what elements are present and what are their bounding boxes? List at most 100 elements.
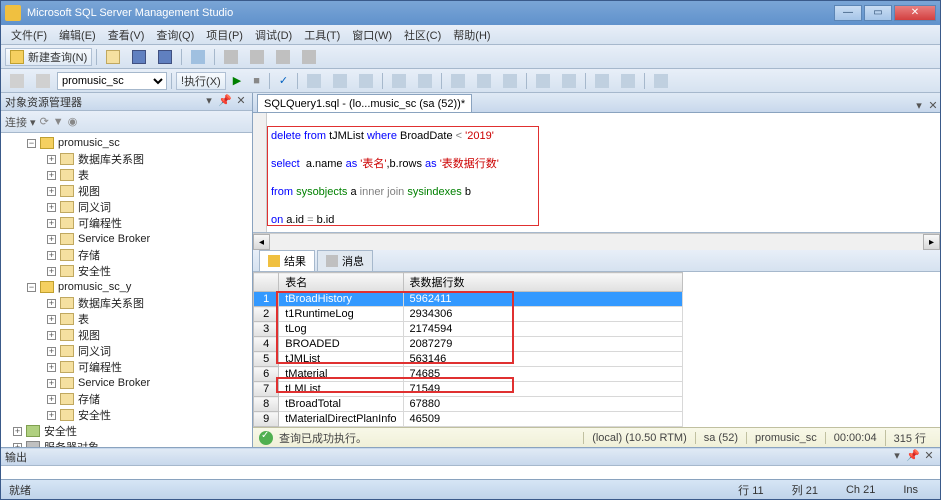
results-tab[interactable]: 结果 — [259, 250, 315, 272]
tree-item[interactable]: 视图 — [78, 183, 100, 199]
available-db-icon[interactable] — [31, 72, 55, 90]
query-options-icon[interactable] — [328, 72, 352, 90]
tree-item[interactable]: 存储 — [78, 247, 100, 263]
menu-community[interactable]: 社区(C) — [398, 25, 447, 45]
menu-help[interactable]: 帮助(H) — [447, 25, 496, 45]
tree-item[interactable]: 安全性 — [44, 423, 77, 439]
output-dropdown-icon[interactable]: ▾ — [890, 450, 904, 464]
tree-item[interactable]: 安全性 — [78, 263, 111, 279]
menu-view[interactable]: 查看(V) — [102, 25, 151, 45]
tree-item[interactable]: 数据库关系图 — [78, 151, 144, 167]
menu-tools[interactable]: 工具(T) — [298, 25, 346, 45]
table-row[interactable]: 6tMaterial74685 — [254, 367, 683, 382]
menu-file[interactable]: 文件(F) — [5, 25, 53, 45]
template-explorer-icon[interactable] — [271, 48, 295, 66]
col-rowcount[interactable]: 表数据行数 — [403, 273, 682, 292]
menu-edit[interactable]: 编辑(E) — [53, 25, 102, 45]
tree-item[interactable]: Service Broker — [78, 233, 150, 245]
tab-close-icon[interactable]: ✕ — [926, 99, 940, 112]
results-file-icon[interactable] — [498, 72, 522, 90]
menu-project[interactable]: 项目(P) — [200, 25, 249, 45]
menu-window[interactable]: 窗口(W) — [346, 25, 398, 45]
refresh-icon[interactable]: ⟳ — [40, 115, 49, 128]
pane-dropdown-icon[interactable]: ▾ — [202, 95, 216, 109]
object-tree[interactable]: −promusic_sc +数据库关系图 +表 +视图 +同义词 +可编程性 +… — [1, 133, 252, 447]
debug-icon[interactable]: ▶ — [228, 72, 246, 90]
scroll-left-icon[interactable]: ◂ — [253, 234, 270, 250]
stop-icon[interactable]: ■ — [248, 72, 265, 90]
database-select[interactable]: promusic_sc — [57, 72, 167, 90]
row-number: 4 — [254, 337, 279, 352]
outdent-icon[interactable] — [616, 72, 640, 90]
minimize-button[interactable]: — — [834, 5, 862, 21]
editor-content[interactable]: delete from tJMList where BroadDate < '2… — [267, 113, 940, 232]
activity-monitor-icon[interactable] — [186, 48, 210, 66]
tree-item[interactable]: 安全性 — [78, 407, 111, 423]
uncomment-icon[interactable] — [557, 72, 581, 90]
table-row[interactable]: 9tMaterialDirectPlanInfo46509 — [254, 412, 683, 427]
tree-item[interactable]: 同义词 — [78, 343, 111, 359]
menu-query[interactable]: 查询(Q) — [150, 25, 200, 45]
tree-item[interactable]: Service Broker — [78, 377, 150, 389]
tree-item[interactable]: 可编程性 — [78, 359, 122, 375]
specify-values-icon[interactable] — [649, 72, 673, 90]
save-all-icon[interactable] — [153, 48, 177, 66]
menu-debug[interactable]: 调试(D) — [249, 25, 298, 45]
db-node-promusic-sc-y[interactable]: promusic_sc_y — [58, 281, 131, 293]
tree-item[interactable]: 视图 — [78, 327, 100, 343]
execute-button[interactable]: ! 执行(X) — [176, 72, 226, 90]
db-node-promusic-sc[interactable]: promusic_sc — [58, 137, 120, 149]
table-row[interactable]: 3tLog2174594 — [254, 322, 683, 337]
maximize-button[interactable]: ▭ — [864, 5, 892, 21]
messages-tab[interactable]: 消息 — [317, 250, 373, 272]
save-icon[interactable] — [127, 48, 151, 66]
parse-icon[interactable]: ✓ — [274, 72, 293, 90]
output-close-icon[interactable]: ✕ — [922, 450, 936, 464]
results-grid-icon[interactable] — [472, 72, 496, 90]
scroll-right-icon[interactable]: ▸ — [923, 234, 940, 250]
cell-tablename: tMaterial — [279, 367, 403, 382]
tab-dropdown-icon[interactable]: ▾ — [912, 99, 926, 112]
tree-item[interactable]: 存储 — [78, 391, 100, 407]
editor-h-scrollbar[interactable]: ◂ ▸ — [253, 233, 940, 250]
tree-item[interactable]: 数据库关系图 — [78, 295, 144, 311]
table-row[interactable]: 8tBroadTotal67880 — [254, 397, 683, 412]
tree-item[interactable]: 表 — [78, 167, 89, 183]
intellisense-icon[interactable] — [354, 72, 378, 90]
col-tablename[interactable]: 表名 — [279, 273, 403, 292]
table-row[interactable]: 5tJMList563146 — [254, 352, 683, 367]
tree-item[interactable]: 可编程性 — [78, 215, 122, 231]
comment-icon[interactable] — [531, 72, 555, 90]
include-stats-icon[interactable] — [413, 72, 437, 90]
document-tab[interactable]: SQLQuery1.sql - (lo...music_sc (sa (52))… — [257, 94, 472, 112]
table-row[interactable]: 2t1RuntimeLog2934306 — [254, 307, 683, 322]
pane-close-icon[interactable]: ✕ — [234, 95, 248, 109]
filter-icon[interactable]: ▼ — [53, 116, 64, 128]
change-connection-icon[interactable] — [5, 72, 29, 90]
new-query-button[interactable]: 新建查询(N) — [5, 48, 92, 66]
results-grid[interactable]: 表名 表数据行数 1tBroadHistory59624112t1Runtime… — [253, 272, 940, 427]
results-text-icon[interactable] — [446, 72, 470, 90]
output-pin-icon[interactable]: 📌 — [906, 450, 920, 464]
table-row[interactable]: 7tLMList71549 — [254, 382, 683, 397]
indent-icon[interactable] — [590, 72, 614, 90]
col-rownum[interactable] — [254, 273, 279, 292]
tree-item[interactable]: 同义词 — [78, 199, 111, 215]
row-number: 6 — [254, 367, 279, 382]
registered-servers-icon[interactable] — [219, 48, 243, 66]
close-button[interactable]: ✕ — [894, 5, 936, 21]
include-plan-icon[interactable] — [387, 72, 411, 90]
sql-editor[interactable]: delete from tJMList where BroadDate < '2… — [253, 113, 940, 233]
display-plan-icon[interactable] — [302, 72, 326, 90]
stop-icon-tree[interactable]: ◉ — [68, 115, 78, 128]
connect-button[interactable]: 连接 ▾ — [5, 114, 36, 130]
table-row[interactable]: 1tBroadHistory5962411 — [254, 292, 683, 307]
object-explorer-icon[interactable] — [245, 48, 269, 66]
table-row[interactable]: 4BROADED2087279 — [254, 337, 683, 352]
table-row[interactable]: 10tMaterialMusic45314 — [254, 427, 683, 428]
open-icon[interactable] — [101, 48, 125, 66]
properties-icon[interactable] — [297, 48, 321, 66]
pane-pin-icon[interactable]: 📌 — [218, 95, 232, 109]
tree-item[interactable]: 表 — [78, 311, 89, 327]
tree-item[interactable]: 服务器对象 — [44, 439, 99, 447]
